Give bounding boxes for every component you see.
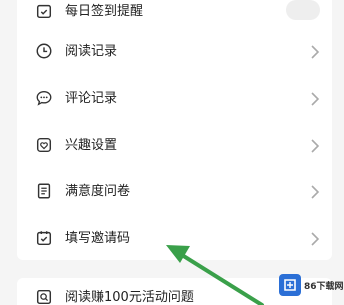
watermark-text: 86下载网 xyxy=(304,281,344,292)
watermark-logo-icon xyxy=(279,274,301,296)
annotation-arrow xyxy=(166,245,264,305)
watermark: 86下载网 xyxy=(271,265,344,305)
